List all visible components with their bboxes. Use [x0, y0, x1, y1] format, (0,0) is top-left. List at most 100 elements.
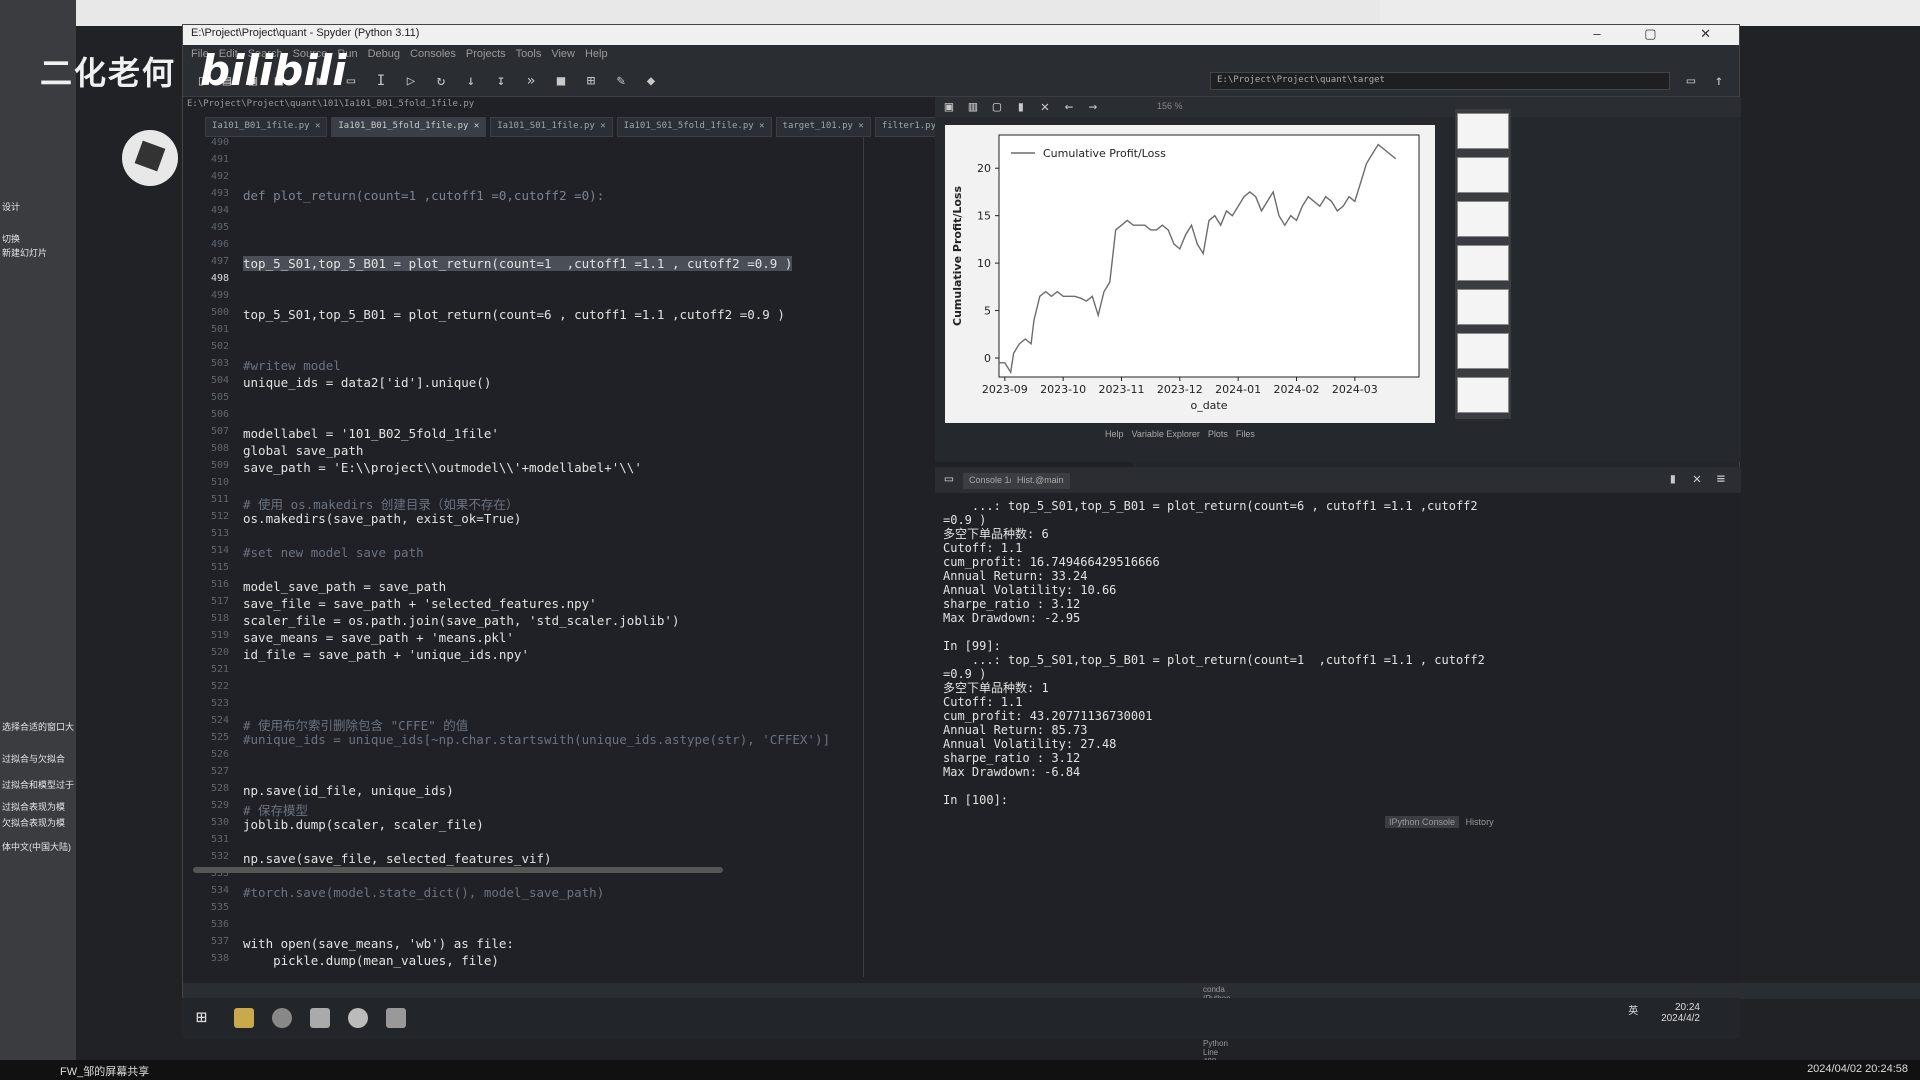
x-tick-label: 2024-02: [1274, 383, 1320, 396]
plot-thumbnail[interactable]: [1457, 377, 1509, 413]
code-line: os.makedirs(save_path, exist_ok=True): [243, 511, 522, 526]
line-number: 537: [210, 936, 229, 947]
plot-thumbnail[interactable]: [1457, 201, 1509, 237]
preferences-icon[interactable]: ✎: [613, 73, 629, 89]
console-output[interactable]: ...: top_5_S01,top_5_B01 = plot_return(c…: [943, 499, 1485, 807]
plot-thumbnail[interactable]: [1457, 333, 1509, 369]
code-line: global save_path: [243, 443, 364, 458]
file-explorer-icon[interactable]: [234, 1008, 254, 1028]
close-console-icon[interactable]: ✕: [1689, 471, 1705, 487]
menu-item[interactable]: Consoles: [410, 48, 456, 60]
browse-folder-icon[interactable]: ▭: [1683, 73, 1699, 89]
copy-plot-icon[interactable]: ▢: [989, 99, 1005, 115]
menu-item[interactable]: Debug: [368, 48, 400, 60]
plots-pane-tab[interactable]: Help: [1105, 429, 1124, 439]
spyder-window: E:\Project\Project\quant - Spyder (Pytho…: [182, 24, 1920, 1080]
next-plot-icon[interactable]: →: [1085, 99, 1101, 115]
line-number: 491: [210, 154, 229, 165]
editor-tab[interactable]: Ia101_S01_5fold_1file.py ✕: [616, 117, 772, 137]
line-number: 530: [210, 817, 229, 828]
title-bar: E:\Project\Project\quant - Spyder (Pytho…: [183, 25, 1739, 45]
line-number: 508: [210, 443, 229, 454]
window-controls[interactable]: – ▢ ✕: [1593, 26, 1731, 42]
line-number: 509: [210, 460, 229, 471]
status-bar: conda (Python 3.11.5) Completions: conda…: [183, 983, 1920, 1080]
plots-pane-tab[interactable]: Variable Explorer: [1132, 429, 1200, 439]
menu-item[interactable]: Projects: [466, 48, 506, 60]
line-number: 500: [210, 307, 229, 318]
console-tab-2[interactable]: Hist.@main: [1011, 473, 1070, 489]
plots-pane-tab[interactable]: Files: [1236, 429, 1255, 439]
plots-pane-tab[interactable]: Plots: [1208, 429, 1228, 439]
code-line: #unique_ids = unique_ids[~np.char.starts…: [243, 732, 830, 747]
line-number: 490: [210, 137, 229, 148]
run-selection-icon[interactable]: ▷: [403, 73, 419, 89]
app-icon[interactable]: [386, 1008, 406, 1028]
line-number: 520: [210, 647, 229, 658]
plot-thumbnail[interactable]: [1457, 245, 1509, 281]
x-tick-label: 2023-09: [982, 383, 1028, 396]
ipython-console-tab[interactable]: IPython Console: [1385, 816, 1460, 828]
line-gutter: 490 491 492 493 494 495 496 497 498 499 500 501 502 5…: [183, 137, 233, 977]
prev-plot-icon[interactable]: ←: [1061, 99, 1077, 115]
save-all-plots-icon[interactable]: ▥: [965, 99, 981, 115]
editor-tab[interactable]: Ia101_B01_1file.py ✕: [205, 117, 328, 137]
console-line: Annual Return: 85.73: [943, 723, 1088, 737]
console-line: Max Drawdown: -2.95: [943, 611, 1081, 625]
plot-thumbnails[interactable]: [1455, 109, 1511, 419]
trash-icon[interactable]: ▮: [1665, 471, 1681, 487]
delete-plot-icon[interactable]: ▮: [1013, 99, 1029, 115]
python-path-icon[interactable]: ◆: [643, 73, 659, 89]
system-tray: 英 20:24 2024/4/2: [1628, 1002, 1700, 1024]
horizontal-scrollbar[interactable]: [193, 867, 723, 873]
code-line: with open(save_means, 'wb') as file:: [243, 936, 514, 951]
editor-tab[interactable]: target_101.py ✕: [775, 117, 871, 137]
console-line: sharpe_ratio : 3.12: [943, 597, 1081, 611]
stop-icon[interactable]: ■: [553, 73, 569, 89]
console-pane: ▭ Console 1/A Hist.@main ▮ ✕ ≡ ...: top_…: [935, 467, 1741, 987]
editor-tab[interactable]: Ia101_S01_1file.py ✕: [490, 117, 613, 137]
save-plot-icon[interactable]: ▣: [941, 99, 957, 115]
windows-start-icon[interactable]: ⊞: [196, 1008, 216, 1028]
code-line: np.save(save_file, selected_features_vif…: [243, 851, 552, 866]
line-number: 497: [210, 256, 229, 267]
menu-item[interactable]: Tools: [516, 48, 542, 60]
editor-tab-label: Ia101_S01_1file.py ✕: [497, 121, 606, 131]
continue-icon[interactable]: »: [523, 73, 539, 89]
menu-item[interactable]: View: [551, 48, 575, 60]
browser-icon[interactable]: [272, 1008, 292, 1028]
close-plots-icon[interactable]: ✕: [1037, 99, 1053, 115]
step-icon[interactable]: ↓: [463, 73, 479, 89]
plot-thumbnail[interactable]: [1457, 289, 1509, 325]
code-line: save_means = save_path + 'means.pkl': [243, 630, 514, 645]
spyder-taskbar-icon[interactable]: [310, 1008, 330, 1028]
ime-indicator[interactable]: 英: [1628, 1006, 1638, 1017]
y-tick-label: 5: [984, 305, 991, 318]
working-directory-input[interactable]: E:\Project\Project\quant\target: [1210, 72, 1670, 90]
editor-tab[interactable]: Ia101_B01_5fold_1file.py ✕: [331, 117, 487, 137]
line-number: 493: [210, 188, 229, 199]
line-number: 495: [210, 222, 229, 233]
maximize-pane-icon[interactable]: ⊞: [583, 73, 599, 89]
plot-thumbnail[interactable]: [1457, 157, 1509, 193]
chrome-icon[interactable]: [348, 1008, 368, 1028]
code-line: model_save_path = save_path: [243, 579, 447, 594]
console-line: ...: top_5_S01,top_5_B01 = plot_return(c…: [943, 499, 1478, 513]
step-into-icon[interactable]: ↧: [493, 73, 509, 89]
parent-dir-icon[interactable]: ↑: [1711, 73, 1727, 89]
console-line: =0.9 ): [943, 513, 987, 527]
run-cell-advance-icon[interactable]: I: [373, 73, 389, 89]
share-label: FW_邹的屏幕共享: [60, 1066, 150, 1078]
screen: 设计 切换 新建幻灯片 选择合适的窗口大 过拟合与欠拟合 过拟合和模型过于 过拟合表现为模欠…: [0, 0, 1920, 1080]
desktop-item: 过拟合与欠拟合: [2, 754, 66, 764]
screen-share-bar: FW_邹的屏幕共享 2024/04/02 20:24:58: [0, 1060, 1920, 1080]
debug-icon[interactable]: ↻: [433, 73, 449, 89]
history-tab[interactable]: History: [1462, 816, 1498, 828]
line-number: 516: [210, 579, 229, 590]
console-menu-icon[interactable]: ≡: [1713, 471, 1729, 487]
plot-area: [998, 134, 1420, 378]
menu-item[interactable]: Help: [585, 48, 608, 60]
plot-thumbnail[interactable]: [1457, 113, 1509, 149]
console-line: Annual Volatility: 10.66: [943, 583, 1117, 597]
